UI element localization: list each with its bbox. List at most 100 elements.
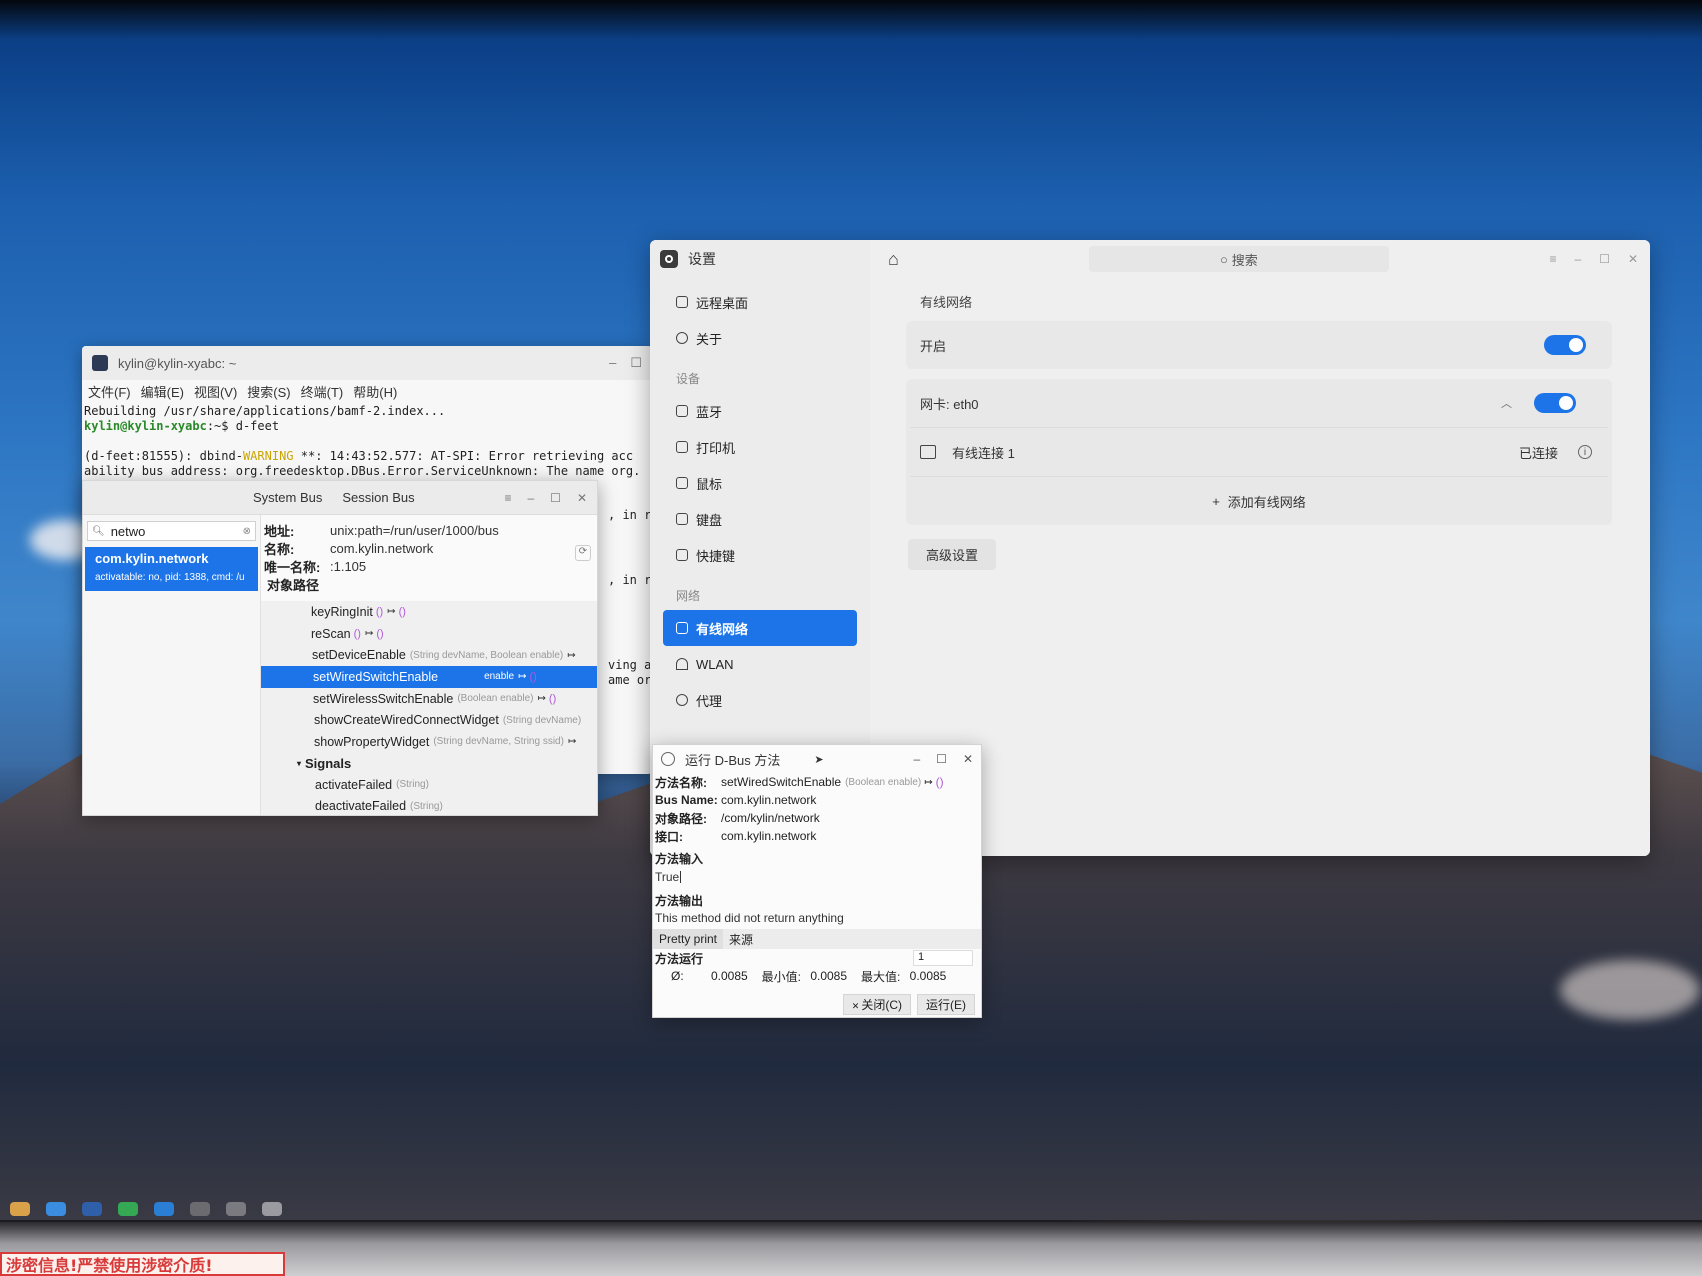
- sidebar-item-label: 蓝牙: [696, 404, 723, 420]
- terminal-line: (d-feet:81555): dbind-WARNING **: 14:43:…: [84, 449, 650, 464]
- method-return: (): [548, 692, 557, 705]
- dfeet-taskbar-icon[interactable]: [262, 1202, 282, 1216]
- maximize-icon[interactable]: ☐: [1599, 252, 1610, 266]
- browser-icon[interactable]: [46, 1202, 66, 1216]
- chevron-up-icon[interactable]: ︿: [1501, 395, 1512, 411]
- signal-item[interactable]: activateFailed (String): [261, 774, 597, 796]
- sidebar-group-device: 设备: [676, 372, 701, 386]
- wallpaper-cloud: [1560, 960, 1700, 1020]
- signals-group[interactable]: ▾ Signals: [261, 753, 597, 774]
- signal-item[interactable]: deactivateFailed (String): [261, 796, 597, 816]
- minimize-icon[interactable]: –: [1574, 252, 1581, 266]
- minimize-icon[interactable]: –: [913, 752, 920, 766]
- terminal-titlebar[interactable]: kylin@kylin-xyabc: ~ – ☐: [82, 346, 652, 380]
- method-item-selected[interactable]: setWiredSwitchEnable enable ↦(): [261, 666, 597, 688]
- maximize-icon[interactable]: ☐: [550, 491, 561, 505]
- sidebar-item-remote-desktop[interactable]: 远程桌面: [650, 284, 870, 320]
- enable-toggle[interactable]: [1544, 335, 1586, 355]
- search-input[interactable]: ○ 搜索: [1088, 246, 1389, 272]
- terminal-menubar: 文件(F) 编辑(E) 视图(V) 搜索(S) 终端(T) 帮助(H): [82, 380, 652, 402]
- refresh-icon[interactable]: ⟳: [575, 545, 591, 561]
- terminal-line: ving acc: [608, 658, 652, 672]
- nic-toggle[interactable]: [1534, 393, 1576, 413]
- search-icon: ○: [1219, 251, 1228, 267]
- menu-search[interactable]: 搜索(S): [247, 382, 290, 401]
- close-icon[interactable]: ✕: [1628, 252, 1638, 266]
- interface-tree[interactable]: keyRingInit() ↦() reScan() ↦() setDeviceEn…: [261, 601, 597, 815]
- bus-name-value: com.kylin.network: [721, 793, 817, 807]
- advanced-settings-button[interactable]: 高级设置: [908, 539, 997, 570]
- tab-pretty-print[interactable]: Pretty print: [653, 929, 724, 949]
- interface-label: 接口:: [655, 829, 683, 844]
- method-input-field[interactable]: True: [655, 867, 979, 887]
- close-button[interactable]: ✕ 关闭(C): [842, 994, 911, 1015]
- terminal-line: , in reg: [608, 573, 652, 587]
- method-item[interactable]: reScan() ↦(): [261, 623, 597, 645]
- dfeet-header[interactable]: System Bus Session Bus ≡ – ☐ ✕: [83, 481, 597, 515]
- menu-view[interactable]: 视图(V): [194, 382, 237, 401]
- sidebar-item-mouse[interactable]: 鼠标: [650, 465, 870, 501]
- sidebar-item-wired-network[interactable]: 有线网络: [663, 610, 857, 646]
- nic-row[interactable]: 网卡: eth0 ︿: [906, 379, 1612, 427]
- start-menu-icon[interactable]: [10, 1202, 30, 1216]
- object-path-value: /com/kylin/network: [721, 811, 820, 825]
- tab-source[interactable]: 来源: [723, 929, 759, 949]
- info-icon[interactable]: i: [1578, 445, 1592, 459]
- add-wired-network-button[interactable]: + 添加有线网络: [906, 477, 1612, 525]
- tab-system-bus[interactable]: System Bus: [253, 490, 322, 505]
- dialog-titlebar[interactable]: 运行 D-Bus 方法 ➤ – ☐ ✕: [653, 745, 981, 773]
- run-count-spinner[interactable]: 1: [913, 950, 973, 966]
- proxy-icon: [676, 694, 688, 706]
- menu-file[interactable]: 文件(F): [88, 382, 131, 401]
- method-item[interactable]: showCreateWiredConnectWidget (String devN…: [261, 709, 597, 731]
- clear-icon[interactable]: ⊗: [243, 526, 251, 537]
- method-item[interactable]: setWirelessSwitchEnable (Boolean enable) ↦…: [261, 688, 597, 710]
- chat-icon[interactable]: [118, 1202, 138, 1216]
- terminal-line: Rebuilding /usr/share/applications/bamf-…: [84, 404, 446, 418]
- method-item[interactable]: keyRingInit() ↦(): [261, 601, 597, 623]
- menu-edit[interactable]: 编辑(E): [141, 382, 184, 401]
- maximize-icon[interactable]: ☐: [630, 355, 642, 371]
- terminal-line: kylin@kylin-xyabc:~$ d-feet: [84, 419, 650, 434]
- dfeet-window[interactable]: System Bus Session Bus ≡ – ☐ ✕ 🔍︎ netwo ⊗ c…: [82, 480, 598, 816]
- sidebar-item-about[interactable]: 关于: [650, 320, 870, 356]
- files-icon[interactable]: [82, 1202, 102, 1216]
- menu-icon[interactable]: ≡: [504, 491, 511, 505]
- output-tabs: Pretty print 来源: [653, 929, 981, 949]
- method-item[interactable]: showPropertyWidget (String devName, Strin…: [261, 731, 597, 753]
- name-label: 名称:: [264, 541, 295, 557]
- minimize-icon[interactable]: –: [527, 491, 534, 505]
- service-search-input[interactable]: 🔍︎ netwo ⊗: [87, 521, 256, 541]
- terminal-title: kylin@kylin-xyabc: ~: [118, 355, 237, 371]
- menu-terminal[interactable]: 终端(T): [301, 382, 344, 401]
- method-item[interactable]: setDeviceEnable (String devName, Boolean …: [261, 644, 597, 666]
- method-run-row: 方法运行 1: [653, 949, 981, 967]
- editor-icon[interactable]: [154, 1202, 174, 1216]
- name-row: 名称: com.kylin.network: [261, 539, 597, 557]
- close-icon[interactable]: ✕: [963, 752, 973, 766]
- maximize-icon[interactable]: ☐: [936, 752, 947, 766]
- sidebar-item-bluetooth[interactable]: 蓝牙: [650, 393, 870, 429]
- nic-label: 网卡: eth0: [920, 396, 979, 412]
- service-list-item[interactable]: com.kylin.network activatable: no, pid: …: [85, 547, 258, 591]
- sidebar-item-shortcuts[interactable]: 快捷键: [650, 537, 870, 573]
- run-button[interactable]: 运行(E): [917, 994, 975, 1015]
- sidebar-item-label: 快捷键: [696, 548, 736, 564]
- run-method-dialog[interactable]: 运行 D-Bus 方法 ➤ – ☐ ✕ 方法名称: setWiredSwitchEna…: [652, 744, 982, 1018]
- sidebar-item-printer[interactable]: 打印机: [650, 429, 870, 465]
- tab-session-bus[interactable]: Session Bus: [342, 490, 414, 505]
- home-icon[interactable]: ⌂: [888, 249, 899, 270]
- settings-taskbar-icon[interactable]: [226, 1202, 246, 1216]
- minimize-icon[interactable]: –: [609, 355, 616, 371]
- menu-help[interactable]: 帮助(H): [353, 382, 397, 401]
- sidebar-item-wlan[interactable]: WLAN: [650, 646, 870, 682]
- connection-row[interactable]: 有线连接 1 已连接 i: [906, 428, 1612, 476]
- expander-icon[interactable]: ▾: [297, 759, 301, 768]
- terminal-taskbar-icon[interactable]: [190, 1202, 210, 1216]
- close-icon[interactable]: ✕: [577, 491, 587, 505]
- sidebar-item-proxy[interactable]: 代理: [650, 682, 870, 718]
- sidebar-item-keyboard[interactable]: 键盘: [650, 501, 870, 537]
- menu-icon[interactable]: ≡: [1549, 252, 1556, 266]
- terminal-output[interactable]: Rebuilding /usr/share/applications/bamf-…: [82, 402, 652, 687]
- wired-network-icon: [676, 622, 688, 634]
